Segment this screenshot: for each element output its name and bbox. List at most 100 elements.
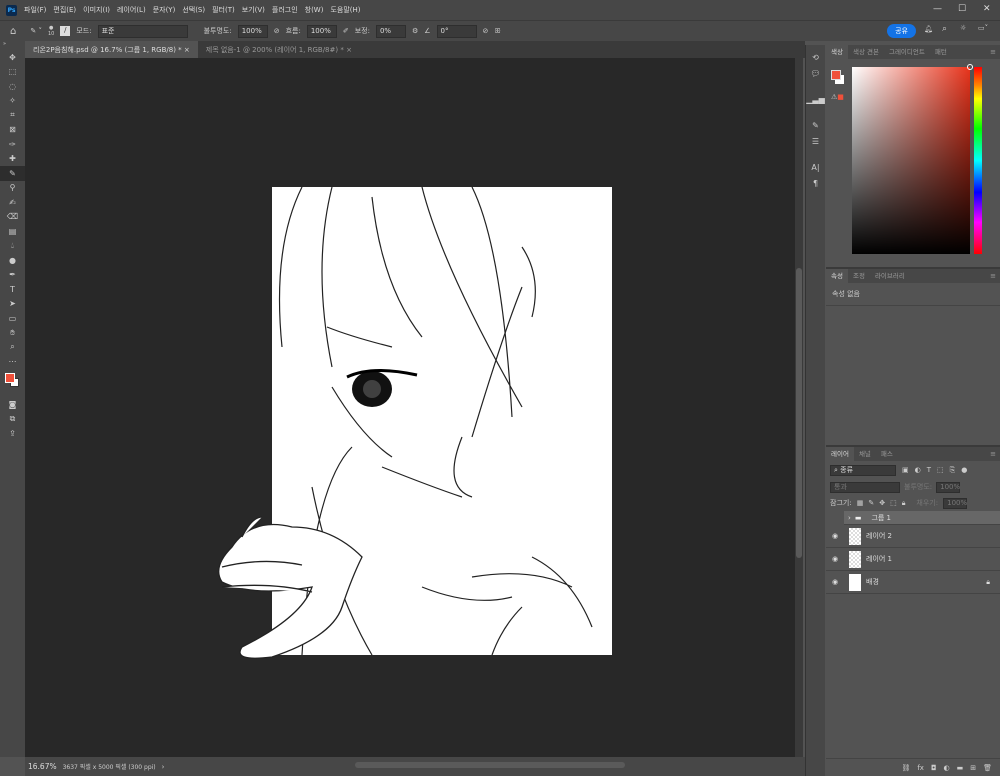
search-icon[interactable]: ⌕ bbox=[942, 24, 947, 34]
brush-tool-icon[interactable]: ✎ ˅ bbox=[30, 27, 42, 35]
visibility-eye-icon[interactable]: ◉ bbox=[826, 578, 844, 586]
layer-opacity-input[interactable]: 100% bbox=[936, 481, 960, 493]
brush-settings-icon[interactable]: ✎ bbox=[806, 121, 825, 137]
vertical-scrollbar[interactable] bbox=[795, 58, 803, 757]
move-tool-icon[interactable]: ✥ bbox=[0, 50, 25, 65]
color-field[interactable] bbox=[852, 64, 973, 254]
pressure-size-icon[interactable]: ⊘ bbox=[483, 27, 489, 35]
maximize-button[interactable]: ☐ bbox=[958, 4, 966, 14]
close-tab-icon[interactable]: × bbox=[184, 46, 190, 54]
adjustments-icon[interactable]: ☰ bbox=[806, 137, 825, 153]
paragraph-icon[interactable]: ¶ bbox=[806, 179, 825, 195]
color-swatches[interactable] bbox=[0, 369, 25, 397]
expand-chevron-icon[interactable]: › bbox=[848, 514, 851, 522]
eraser-icon[interactable]: ⌫ bbox=[0, 210, 25, 225]
layer-row[interactable]: ◉ 레이어 2 bbox=[826, 525, 1000, 548]
visibility-eye-icon[interactable]: ◉ bbox=[826, 532, 844, 540]
close-window-button[interactable]: ✕ bbox=[983, 4, 991, 14]
home-icon[interactable]: ⌂ bbox=[10, 26, 16, 37]
scrollbar-thumb[interactable] bbox=[796, 268, 802, 558]
smoothing-input[interactable]: 0% bbox=[375, 24, 406, 38]
character-icon[interactable]: A| bbox=[806, 163, 825, 179]
new-layer-icon[interactable]: ⊞ bbox=[970, 764, 976, 772]
mode-select[interactable]: 표준 bbox=[97, 24, 188, 38]
menu-help[interactable]: 도움말(H) bbox=[330, 5, 360, 15]
history-brush-icon[interactable]: ✍ bbox=[0, 195, 25, 210]
hue-slider[interactable] bbox=[974, 67, 982, 254]
layer-name[interactable]: 그룹 1 bbox=[871, 513, 891, 523]
brush-size-preset[interactable]: ● 10 bbox=[48, 25, 54, 37]
filter-pixel-icon[interactable]: ▣ bbox=[902, 466, 909, 474]
lock-position-icon[interactable]: ✥ bbox=[879, 499, 885, 507]
blend-mode-select[interactable]: 통과 bbox=[830, 481, 900, 493]
history-icon[interactable]: ⟲ bbox=[806, 53, 825, 69]
fill-input[interactable]: 100% bbox=[943, 497, 967, 509]
menu-layer[interactable]: 레이어(L) bbox=[117, 5, 146, 15]
delete-layer-icon[interactable]: 🗑︎ bbox=[983, 764, 992, 772]
foreground-color-swatch[interactable] bbox=[831, 70, 841, 80]
share-button[interactable]: 공유 bbox=[887, 24, 916, 38]
foreground-color-swatch[interactable] bbox=[5, 373, 15, 383]
flow-input[interactable]: 100% bbox=[306, 24, 337, 38]
panel-menu-icon[interactable]: ≡ bbox=[990, 450, 996, 458]
document-info[interactable]: 3637 픽셀 x 5000 픽셀 (300 ppi) bbox=[63, 762, 156, 771]
menu-image[interactable]: 이미지(I) bbox=[83, 5, 110, 15]
menu-plugins[interactable]: 플러그인 bbox=[272, 5, 298, 15]
tab-libraries[interactable]: 라이브러리 bbox=[870, 269, 910, 283]
screen-mode-icon[interactable]: ⧉ bbox=[0, 412, 25, 427]
tab-document-1[interactable]: 리온2P음침해.psd @ 16.7% (그룹 1, RGB/8) * × bbox=[25, 41, 198, 58]
layer-name[interactable]: 레이어 1 bbox=[866, 554, 892, 564]
filter-toggle-icon[interactable]: ● bbox=[961, 466, 967, 474]
menu-type[interactable]: 문자(Y) bbox=[153, 5, 176, 15]
fx-icon[interactable]: fx bbox=[917, 764, 924, 772]
visibility-eye-icon[interactable]: ◉ bbox=[826, 555, 844, 563]
dodge-icon[interactable]: ● bbox=[0, 253, 25, 268]
pressure-opacity-icon[interactable]: ⊘ bbox=[274, 27, 280, 35]
more-tools-icon[interactable]: ⋯ bbox=[0, 355, 25, 370]
path-selection-icon[interactable]: ➤ bbox=[0, 297, 25, 312]
marquee-tool-icon[interactable]: ⬚ bbox=[0, 65, 25, 80]
opacity-input[interactable]: 100% bbox=[237, 24, 268, 38]
close-tab-icon[interactable]: × bbox=[346, 46, 352, 54]
minimize-button[interactable]: — bbox=[933, 4, 942, 14]
document-canvas[interactable] bbox=[218, 186, 612, 659]
filter-adjustment-icon[interactable]: ◐ bbox=[915, 466, 921, 474]
lock-all-icon[interactable]: 🔒︎ bbox=[902, 499, 906, 508]
crop-tool-icon[interactable]: ⌗ bbox=[0, 108, 25, 123]
tab-document-2[interactable]: 제목 없음-1 @ 200% (레이어 1, RGB/8#) * × bbox=[198, 41, 360, 58]
lasso-tool-icon[interactable]: ◌ bbox=[0, 79, 25, 94]
eyedropper-icon[interactable]: ✑ bbox=[0, 137, 25, 152]
pen-tool-icon[interactable]: ✒ bbox=[0, 268, 25, 283]
menu-file[interactable]: 파일(F) bbox=[24, 5, 46, 15]
comments-icon[interactable]: 💬︎ bbox=[806, 69, 825, 85]
tab-paths[interactable]: 패스 bbox=[876, 447, 898, 461]
brush-tool-icon[interactable]: ✎ bbox=[0, 166, 25, 181]
magic-wand-icon[interactable]: ✧ bbox=[0, 94, 25, 109]
menu-view[interactable]: 보기(V) bbox=[242, 5, 265, 15]
share-icon[interactable]: ⇪ bbox=[0, 426, 25, 441]
layer-filter-select[interactable]: ⌕ 종류 bbox=[830, 464, 896, 476]
tab-layers[interactable]: 레이어 bbox=[826, 447, 854, 461]
collapse-icon[interactable]: » bbox=[0, 41, 25, 50]
layer-row-group[interactable]: › ▬ 그룹 1 bbox=[844, 511, 1000, 525]
menu-edit[interactable]: 편집(E) bbox=[53, 5, 76, 15]
histogram-icon[interactable]: ▁▃▅ bbox=[806, 95, 825, 111]
menu-select[interactable]: 선택(S) bbox=[182, 5, 205, 15]
lock-transparent-icon[interactable]: ▦ bbox=[857, 499, 864, 507]
workspace-icon[interactable]: ▭˅ bbox=[978, 24, 988, 32]
tab-color[interactable]: 색상 bbox=[826, 45, 848, 59]
gear-icon[interactable]: ⚙ bbox=[412, 27, 418, 35]
gamut-warning-icon[interactable]: ⚠■ bbox=[831, 93, 844, 101]
panel-menu-icon[interactable]: ≡ bbox=[990, 48, 996, 56]
tab-properties[interactable]: 속성 bbox=[826, 269, 848, 283]
add-mask-icon[interactable]: ◘ bbox=[931, 764, 937, 772]
symmetry-icon[interactable]: ꕥ bbox=[494, 27, 501, 36]
filter-smart-object-icon[interactable]: ⎘ bbox=[950, 466, 956, 475]
bell-icon[interactable]: 🔔︎ bbox=[924, 25, 933, 33]
new-group-icon[interactable]: ▬ bbox=[957, 764, 964, 772]
horizontal-scrollbar[interactable] bbox=[355, 762, 625, 768]
brush-settings-icon[interactable]: / bbox=[60, 26, 71, 36]
layer-row-background[interactable]: ◉ 배경 🔒︎ bbox=[826, 571, 1000, 594]
filter-type-icon[interactable]: T bbox=[927, 466, 931, 474]
layer-name[interactable]: 레이어 2 bbox=[866, 531, 892, 541]
